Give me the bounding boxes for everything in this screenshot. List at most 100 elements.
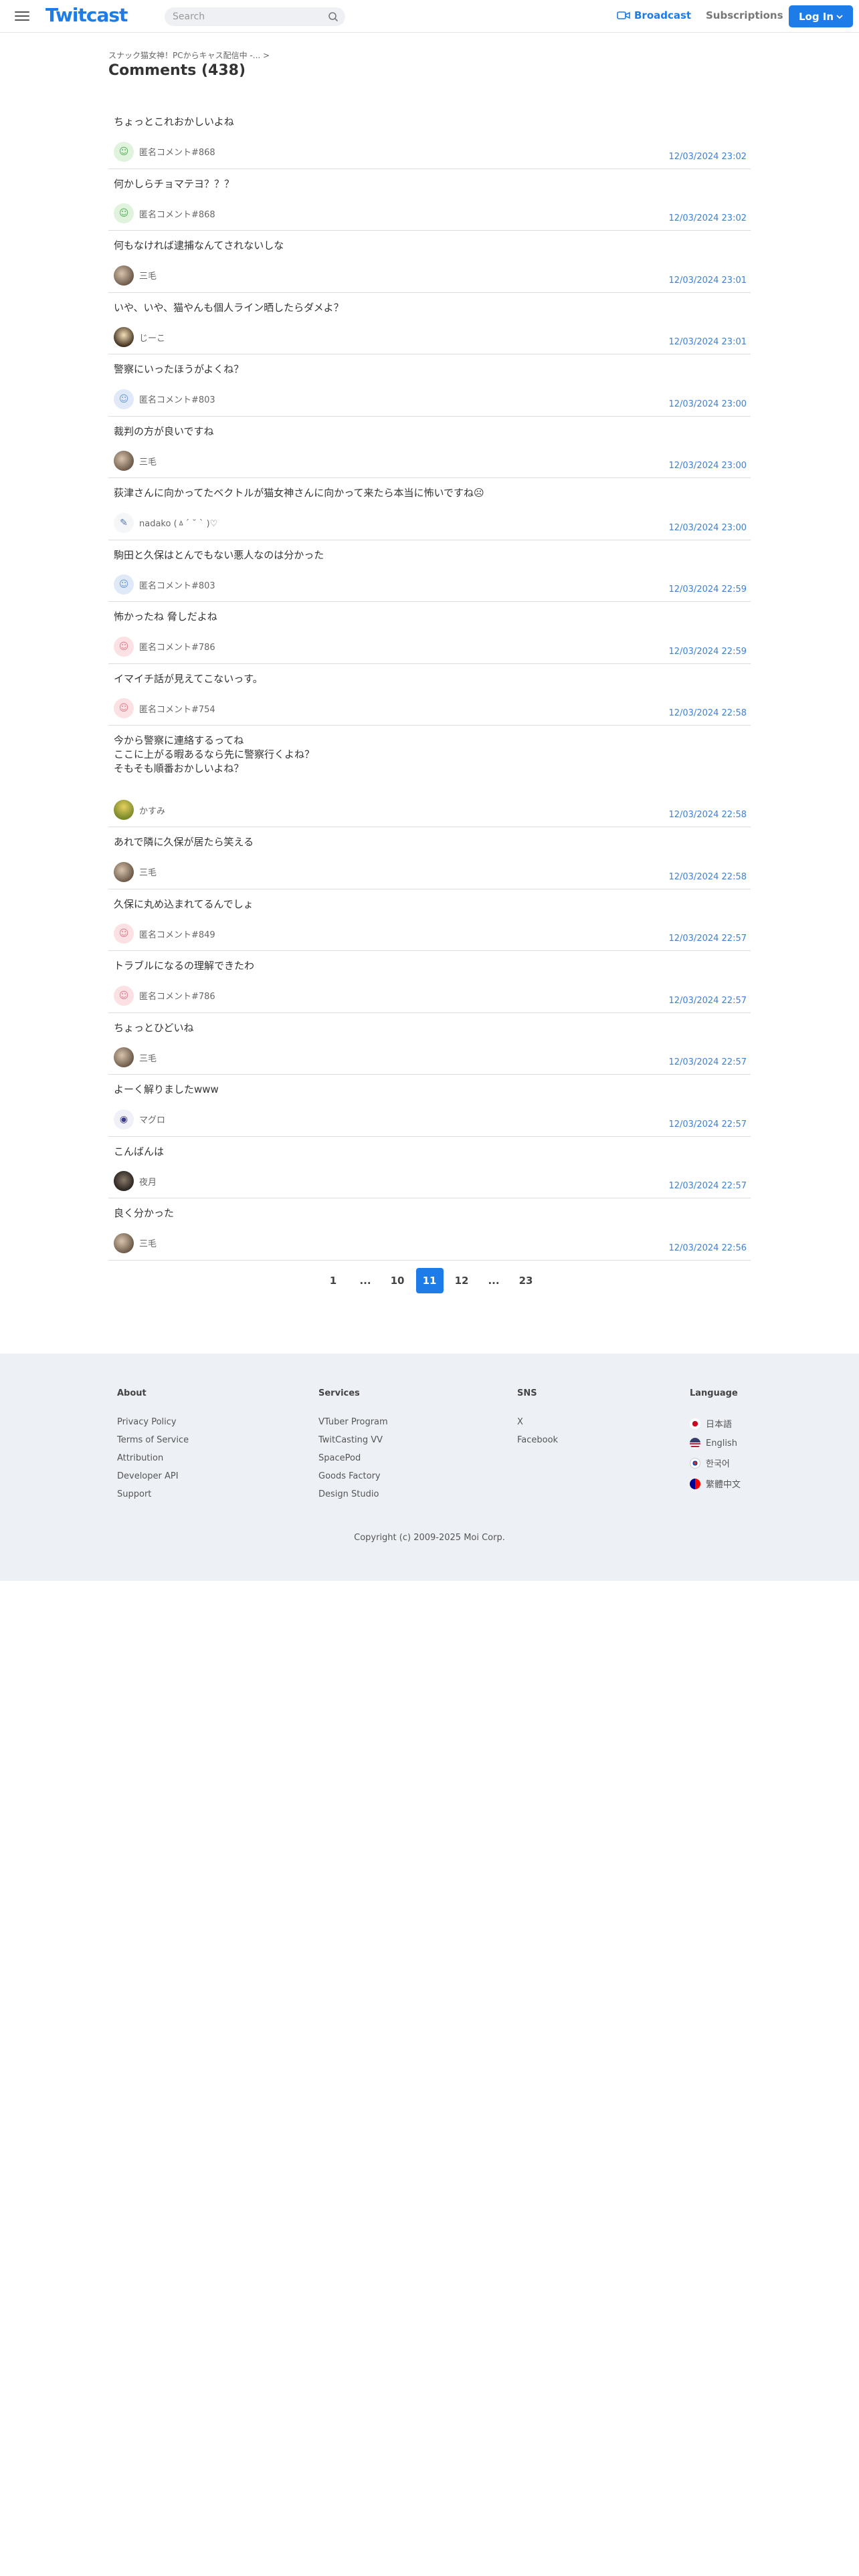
username[interactable]: かすみ (139, 804, 165, 817)
username[interactable]: 匿名コメント#803 (139, 578, 215, 591)
avatar[interactable]: ☺ (114, 924, 134, 944)
language-en[interactable]: English (690, 1438, 741, 1448)
comment-user[interactable]: 三毛 (114, 861, 157, 882)
avatar[interactable] (114, 1047, 134, 1067)
comment-timestamp[interactable]: 12/03/2024 22:58 (668, 810, 747, 820)
comment-timestamp[interactable]: 12/03/2024 22:57 (668, 1181, 747, 1191)
avatar[interactable]: ☺ (114, 574, 134, 595)
username[interactable]: マグロ (139, 1113, 165, 1125)
footer-link[interactable]: SpacePod (318, 1453, 388, 1463)
comment-user[interactable]: ☺ 匿名コメント#868 (114, 203, 215, 223)
comment-timestamp[interactable]: 12/03/2024 23:00 (668, 461, 747, 471)
username[interactable]: 匿名コメント#868 (139, 145, 215, 158)
username[interactable]: 匿名コメント#754 (139, 702, 215, 715)
comment-timestamp[interactable]: 12/03/2024 22:59 (668, 584, 747, 595)
comment-user[interactable]: 三毛 (114, 1047, 157, 1067)
footer-link[interactable]: Privacy Policy (117, 1417, 189, 1427)
avatar[interactable]: ☺ (114, 203, 134, 223)
avatar[interactable]: ☺ (114, 636, 134, 657)
username[interactable]: 三毛 (139, 269, 157, 282)
avatar[interactable]: ☺ (114, 141, 134, 162)
breadcrumb[interactable]: スナック猫女神！PCからキャス配信中 -... > (108, 49, 270, 61)
broadcast-link[interactable]: Broadcast (617, 9, 691, 21)
comment-user[interactable]: 三毛 (114, 265, 157, 286)
footer-link[interactable]: Terms of Service (117, 1435, 189, 1445)
comment-user[interactable]: ☺ 匿名コメント#803 (114, 574, 215, 595)
comment-user[interactable]: かすみ (114, 800, 165, 820)
username[interactable]: じーこ (139, 331, 165, 344)
footer-link-x[interactable]: X (517, 1417, 558, 1427)
pagination-page[interactable]: 23 (512, 1268, 540, 1293)
comment-user[interactable]: ☺ 匿名コメント#849 (114, 924, 215, 944)
comment-user[interactable]: じーこ (114, 327, 165, 347)
username[interactable]: 匿名コメント#868 (139, 207, 215, 220)
username[interactable]: 匿名コメント#786 (139, 640, 215, 653)
comment-user[interactable]: ☺ 匿名コメント#786 (114, 636, 215, 657)
avatar[interactable] (114, 451, 134, 471)
avatar[interactable] (114, 861, 134, 882)
avatar[interactable]: ☺ (114, 698, 134, 718)
comment-timestamp[interactable]: 12/03/2024 23:00 (668, 399, 747, 409)
avatar[interactable] (114, 327, 134, 347)
username[interactable]: 三毛 (139, 455, 157, 467)
comment-user[interactable]: ☺ 匿名コメント#868 (114, 141, 215, 162)
subscriptions-link[interactable]: Subscriptions (706, 9, 783, 21)
comment-user[interactable]: 夜月 (114, 1171, 157, 1191)
avatar[interactable] (114, 1232, 134, 1253)
language-ja[interactable]: 日本語 (690, 1417, 741, 1430)
avatar[interactable] (114, 800, 134, 820)
comment-timestamp[interactable]: 12/03/2024 23:02 (668, 152, 747, 162)
comment-timestamp[interactable]: 12/03/2024 22:58 (668, 872, 747, 882)
footer-link[interactable]: Goods Factory (318, 1471, 388, 1481)
avatar[interactable]: ☺ (114, 389, 134, 409)
comment-user[interactable]: ✎ nadako (ㅿ´ ˘ ` )♡ (114, 512, 217, 533)
hamburger-menu-icon[interactable] (15, 9, 29, 23)
username[interactable]: 匿名コメント#849 (139, 928, 215, 940)
username[interactable]: 三毛 (139, 865, 157, 878)
search-box[interactable] (165, 7, 345, 26)
comment-timestamp[interactable]: 12/03/2024 22:58 (668, 708, 747, 718)
avatar[interactable]: ◉ (114, 1109, 134, 1130)
avatar[interactable]: ☺ (114, 985, 134, 1006)
username[interactable]: 三毛 (139, 1237, 157, 1249)
comment-user[interactable]: 三毛 (114, 451, 157, 471)
pagination-page[interactable]: 12 (448, 1268, 476, 1293)
comment-timestamp[interactable]: 12/03/2024 22:57 (668, 1057, 747, 1067)
footer-link[interactable]: TwitCasting VV (318, 1435, 388, 1445)
comment-timestamp[interactable]: 12/03/2024 22:56 (668, 1243, 747, 1253)
footer-link[interactable]: Attribution (117, 1453, 189, 1463)
site-logo[interactable]: Twitcast (45, 4, 128, 26)
username[interactable]: nadako (ㅿ´ ˘ ` )♡ (139, 516, 217, 529)
footer-link[interactable]: Developer API (117, 1471, 189, 1481)
comment-user[interactable]: ◉ マグロ (114, 1109, 165, 1130)
footer-link[interactable]: VTuber Program (318, 1417, 388, 1427)
comment-user[interactable]: ☺ 匿名コメント#786 (114, 985, 215, 1006)
avatar[interactable] (114, 1171, 134, 1191)
comment-timestamp[interactable]: 12/03/2024 22:57 (668, 1119, 747, 1130)
pagination-page[interactable]: 1 (320, 1268, 347, 1293)
comment-user[interactable]: 三毛 (114, 1232, 157, 1253)
username[interactable]: 夜月 (139, 1175, 157, 1188)
footer-link[interactable]: Support (117, 1489, 189, 1499)
language-ko[interactable]: 한국어 (690, 1457, 741, 1469)
comment-timestamp[interactable]: 12/03/2024 23:02 (668, 213, 747, 223)
language-zh-tw[interactable]: 繁體中文 (690, 1477, 741, 1490)
comment-timestamp[interactable]: 12/03/2024 22:59 (668, 647, 747, 657)
search-icon[interactable] (328, 11, 339, 22)
footer-link-facebook[interactable]: Facebook (517, 1435, 558, 1445)
comment-user[interactable]: ☺ 匿名コメント#754 (114, 698, 215, 718)
avatar[interactable]: ✎ (114, 512, 134, 533)
comment-timestamp[interactable]: 12/03/2024 23:00 (668, 523, 747, 533)
comment-timestamp[interactable]: 12/03/2024 22:57 (668, 934, 747, 944)
username[interactable]: 匿名コメント#803 (139, 393, 215, 405)
username[interactable]: 匿名コメント#786 (139, 989, 215, 1002)
avatar[interactable] (114, 265, 134, 286)
comment-timestamp[interactable]: 12/03/2024 23:01 (668, 337, 747, 347)
login-button[interactable]: Log In (789, 5, 853, 27)
comment-timestamp[interactable]: 12/03/2024 23:01 (668, 276, 747, 286)
pagination-page[interactable]: 11 (415, 1268, 444, 1293)
search-input[interactable] (165, 7, 312, 26)
comment-user[interactable]: ☺ 匿名コメント#803 (114, 389, 215, 409)
username[interactable]: 三毛 (139, 1051, 157, 1064)
comment-timestamp[interactable]: 12/03/2024 22:57 (668, 996, 747, 1006)
